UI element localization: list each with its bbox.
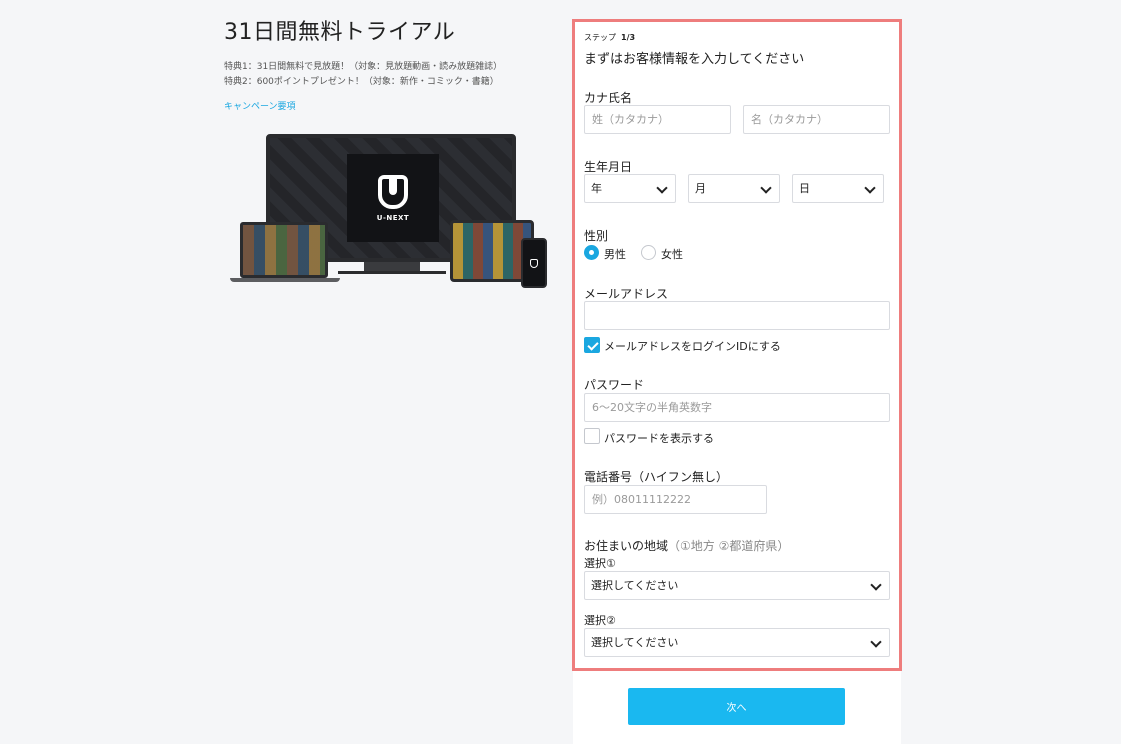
form-header: ステップ 1/3 まずはお客様情報を入力してください xyxy=(584,32,890,67)
password-label: パスワード xyxy=(584,378,645,392)
region-select-1[interactable]: 選択してください xyxy=(584,571,890,600)
form-footer: 次へ xyxy=(573,671,901,744)
password-input[interactable] xyxy=(584,393,890,422)
monitor-stand-base xyxy=(338,271,446,274)
unext-logo-icon xyxy=(378,174,408,209)
email-as-login-label: メールアドレスをログインIDにする xyxy=(604,340,781,353)
page-title: 31日間無料トライアル xyxy=(224,20,456,45)
region-select-2[interactable]: 選択してください xyxy=(584,628,890,657)
region-label-hint: （①地方 ②都道府県） xyxy=(668,539,790,553)
trial-intro: 31日間無料トライアル 特典1：31日間無料で見放題！（対象：見放題動画・読み放… xyxy=(224,18,554,113)
phone-input[interactable] xyxy=(584,485,767,514)
benefit-list: 特典1：31日間無料で見放題！（対象：見放題動画・読み放題雑誌） 特典2：600… xyxy=(224,60,554,90)
email-input[interactable] xyxy=(584,301,890,330)
step-indicator: ステップ 1/3 xyxy=(584,32,890,43)
region-label-text: お住まいの地域 xyxy=(584,539,669,553)
phone-label: 電話番号（ハイフン無し） xyxy=(584,470,729,484)
kana-name-label: カナ氏名 xyxy=(584,91,633,105)
chevron-down-icon xyxy=(760,182,772,194)
form-title: まずはお客様情報を入力してください xyxy=(584,52,805,67)
chevron-down-icon xyxy=(864,182,876,194)
step-label: ステップ xyxy=(584,33,616,42)
registration-form: ステップ1/3 まずはお客様情報を入力してください カナ氏名 生年月日 年 月 … xyxy=(572,19,902,671)
birth-year-select[interactable]: 年 xyxy=(584,174,676,203)
benefit-2: 特典2：600ポイントプレゼント！（対象：新作・コミック・書籍） xyxy=(224,77,499,87)
birth-month-select[interactable]: 月 xyxy=(688,174,780,203)
phone-image xyxy=(521,238,547,288)
birthdate-label: 生年月日 xyxy=(584,160,633,174)
benefit-1: 特典1：31日間無料で見放題！（対象：見放題動画・読み放題雑誌） xyxy=(224,62,503,72)
unext-logo: U-NEXT xyxy=(347,154,439,242)
device-illustration: U-NEXT xyxy=(228,132,550,292)
next-button[interactable]: 次へ xyxy=(628,688,845,725)
kana-first-name-input[interactable] xyxy=(743,105,890,134)
phone-logo-icon xyxy=(530,258,538,268)
email-label: メールアドレス xyxy=(584,287,669,301)
kana-last-name-input[interactable] xyxy=(584,105,731,134)
birth-year-value: 年 xyxy=(591,182,602,195)
region-select-2-label: 選択② xyxy=(584,614,616,627)
region-select-1-label: 選択① xyxy=(584,557,616,570)
gender-label: 性別 xyxy=(584,229,609,243)
tablet-screen xyxy=(453,223,531,279)
email-as-login-checkbox[interactable] xyxy=(584,337,600,353)
laptop-screen xyxy=(243,225,325,275)
campaign-terms-link[interactable]: キャンペーン要項 xyxy=(224,99,296,112)
region-select-1-value: 選択してください xyxy=(591,579,679,592)
birth-day-value: 日 xyxy=(799,182,810,195)
unext-logo-word: U-NEXT xyxy=(376,213,410,222)
birth-month-value: 月 xyxy=(695,182,706,195)
step-value: 1/3 xyxy=(621,33,636,42)
chevron-down-icon xyxy=(870,636,882,648)
gender-male-label: 男性 xyxy=(604,248,626,261)
show-password-label: パスワードを表示する xyxy=(604,432,714,445)
laptop-image xyxy=(240,222,328,278)
laptop-base xyxy=(230,278,340,282)
birth-day-select[interactable]: 日 xyxy=(792,174,884,203)
gender-male-radio[interactable] xyxy=(584,245,599,260)
gender-female-label: 女性 xyxy=(661,248,683,261)
chevron-down-icon xyxy=(870,579,882,591)
gender-female-radio[interactable] xyxy=(641,245,656,260)
show-password-checkbox[interactable] xyxy=(584,428,600,444)
region-label: お住まいの地域（①地方 ②都道府県） xyxy=(584,537,789,554)
chevron-down-icon xyxy=(656,182,668,194)
region-select-2-value: 選択してください xyxy=(591,636,679,649)
